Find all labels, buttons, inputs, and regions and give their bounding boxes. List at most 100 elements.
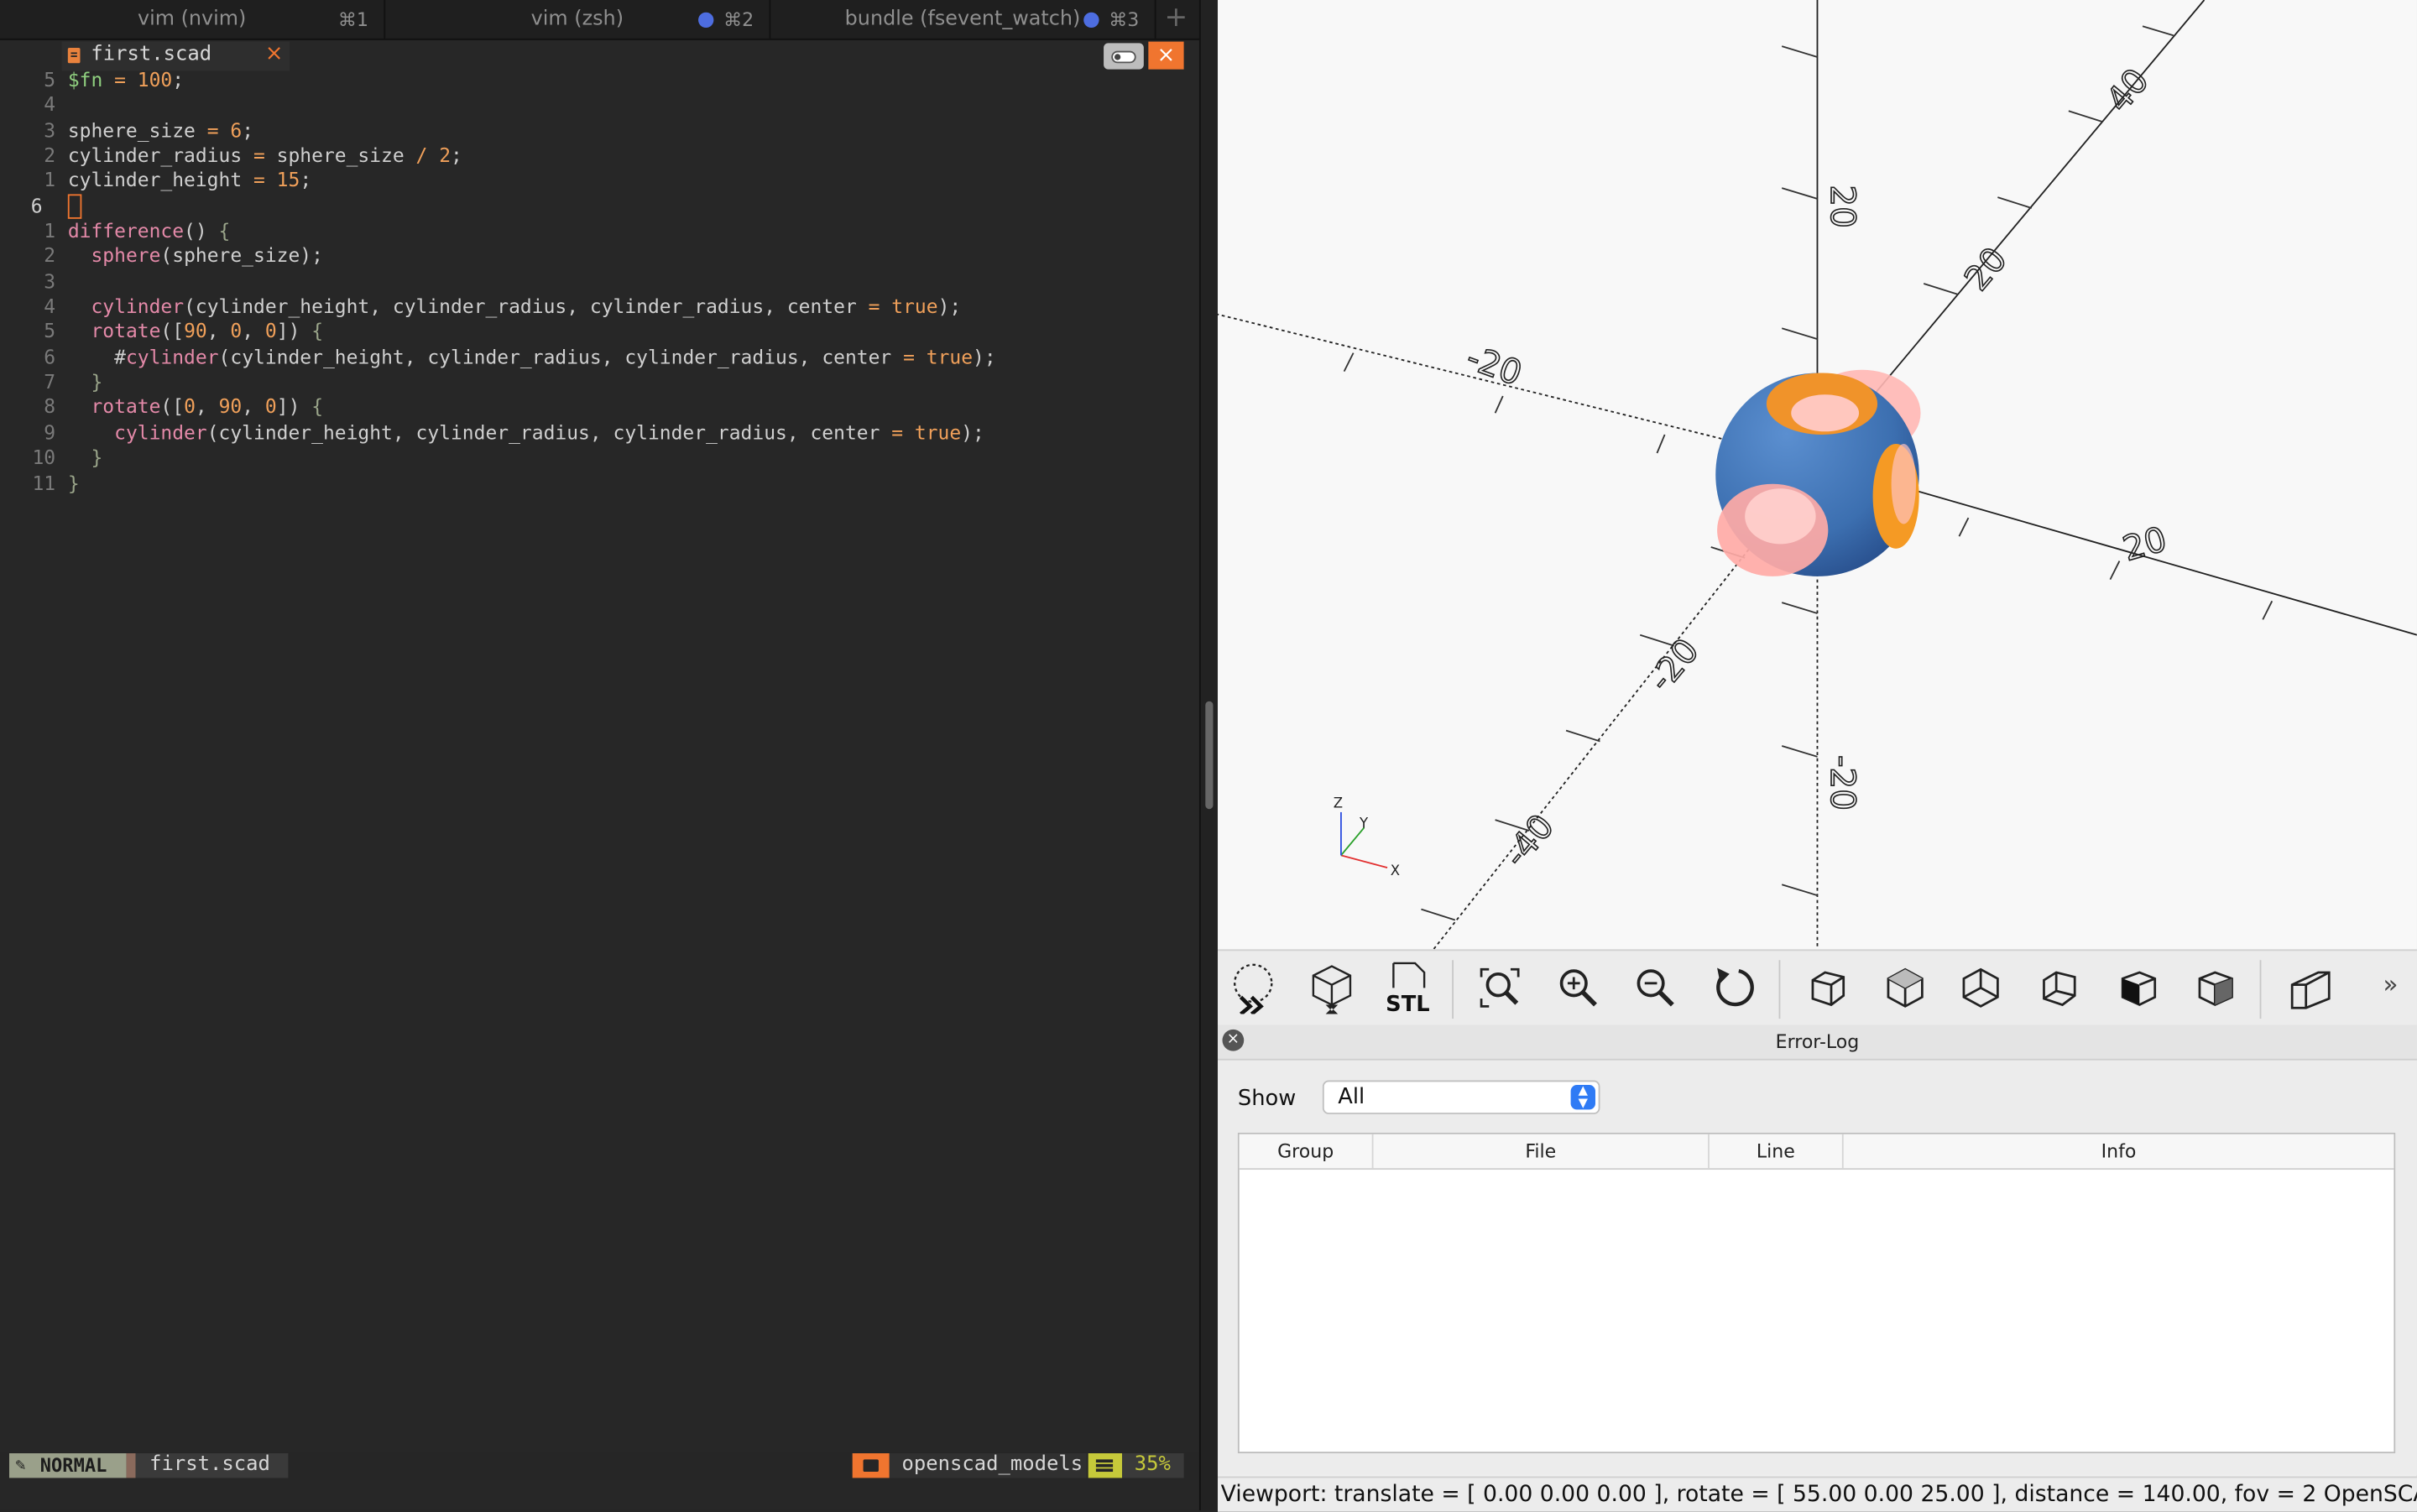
- cube-right-icon: [1811, 971, 1845, 1007]
- zoom-out-button[interactable]: [1625, 957, 1686, 1019]
- zoom-in-button[interactable]: [1548, 957, 1609, 1019]
- axis-label: 20: [1823, 185, 1863, 227]
- pane-divider[interactable]: [1198, 0, 1219, 1510]
- statusline-separator: [126, 1453, 136, 1478]
- line-number: 5: [44, 67, 56, 91]
- code-text: rotate([0, 90, 0]) {: [91, 395, 324, 419]
- 3d-scene: 20 40 20 -20 20 -20 -20 -40 X Y Z: [1217, 0, 2417, 950]
- preview-icon: [1234, 963, 1273, 1014]
- reset-view-button[interactable]: [1704, 957, 1765, 1019]
- close-button[interactable]: ×: [1148, 41, 1184, 70]
- code-line[interactable]: 2 sphere(sphere_size);: [0, 244, 1199, 269]
- buffer-tab[interactable]: first.scad ×: [61, 41, 290, 71]
- code-line[interactable]: 6 #cylinder(cylinder_height, cylinder_ra…: [0, 345, 1199, 370]
- column-header-group[interactable]: Group: [1240, 1134, 1374, 1169]
- view-toolbar: STL »: [1217, 949, 2417, 1025]
- toggle-icon[interactable]: [1104, 43, 1144, 70]
- code-line[interactable]: 10 }: [0, 446, 1199, 471]
- column-header-file[interactable]: File: [1373, 1134, 1710, 1169]
- view-all-button[interactable]: [1469, 957, 1530, 1019]
- preview-button[interactable]: [1224, 957, 1285, 1019]
- view-back-button[interactable]: [2185, 957, 2246, 1019]
- terminal-tab-shortcut: ⌘3: [1109, 9, 1140, 31]
- terminal-tab-shortcut: ⌘1: [337, 9, 368, 31]
- line-number: 3: [44, 269, 56, 293]
- code-text: cylinder(cylinder_height, cylinder_radiu…: [114, 420, 984, 444]
- line-number: 8: [44, 395, 56, 419]
- code-line[interactable]: 7 }: [0, 370, 1199, 395]
- activity-dot-icon: [1083, 12, 1099, 29]
- buffer-close-icon[interactable]: ×: [265, 42, 284, 66]
- terminal-tab-2[interactable]: vim (zsh) ⌘2: [385, 0, 771, 39]
- code-line[interactable]: 2 cylinder_radius = sphere_size / 2;: [0, 143, 1199, 169]
- code-line[interactable]: 3 sphere_size = 6;: [0, 118, 1199, 143]
- statusline-percent: 35%: [1122, 1453, 1184, 1478]
- statusline-file: first.scad: [135, 1453, 289, 1478]
- code-line[interactable]: 4 cylinder(cylinder_height, cylinder_rad…: [0, 295, 1199, 320]
- code-text: $fn = 100;: [67, 67, 185, 91]
- render-button[interactable]: [1301, 957, 1362, 1019]
- axis-label: -20: [1461, 336, 1527, 394]
- view-bottom-button[interactable]: [1950, 957, 2011, 1019]
- text-cursor: [67, 193, 82, 219]
- error-log-title: Error-Log: [1775, 1030, 1860, 1053]
- reset-view-icon: [1716, 967, 1754, 1007]
- column-header-line[interactable]: Line: [1710, 1134, 1844, 1169]
- axis-label: -40: [1496, 806, 1562, 874]
- error-log-table-header: Group File Line Info: [1239, 1134, 2394, 1170]
- line-number: 9: [44, 420, 56, 444]
- perspective-button[interactable]: [2279, 957, 2341, 1019]
- code-editor[interactable]: 5 $fn = 100; 4 3 sphere_size = 6; 2 cylinder_r…: [0, 68, 1199, 496]
- vim-statusline: NORMAL first.scad openscad_models 35%: [0, 1452, 1199, 1480]
- code-line[interactable]: 3: [0, 269, 1199, 295]
- openscad-status-bar: Viewport: translate = [ 0.00 0.00 0.00 ]…: [1217, 1476, 2417, 1512]
- error-log-panel: × Error-Log Show All ▲ ▼ Group File Line …: [1217, 1025, 2417, 1475]
- code-line[interactable]: 1 difference() {: [0, 219, 1199, 244]
- new-tab-button[interactable]: +: [1156, 0, 1197, 39]
- view-left-button[interactable]: [2030, 957, 2091, 1019]
- show-filter-select[interactable]: All ▲ ▼: [1322, 1080, 1600, 1114]
- line-number: 6: [44, 345, 56, 368]
- code-text: difference() {: [67, 218, 231, 242]
- column-header-info[interactable]: Info: [1844, 1134, 2394, 1168]
- code-line[interactable]: 5 rotate([90, 0, 0]) {: [0, 320, 1199, 345]
- terminal-tab-1[interactable]: vim (nvim) ⌘1: [0, 0, 386, 39]
- code-line[interactable]: 1 cylinder_height = 15;: [0, 169, 1199, 194]
- view-top-button[interactable]: [1874, 957, 1935, 1019]
- model-sphere[interactable]: [1715, 369, 1921, 576]
- toolbar-overflow-button[interactable]: »: [2383, 969, 2399, 998]
- code-text: }: [91, 370, 103, 394]
- axis-label: -20: [1641, 631, 1707, 699]
- scrollbar-thumb[interactable]: [1205, 701, 1214, 810]
- terminal-tab-3[interactable]: bundle (fsevent_watch) ⌘3: [770, 0, 1156, 39]
- zoom-fit-icon: [1480, 967, 1520, 1008]
- export-stl-button[interactable]: STL: [1378, 957, 1439, 1019]
- cube-back-icon: [2198, 971, 2233, 1007]
- error-log-table[interactable]: Group File Line Info: [1237, 1132, 2396, 1454]
- viewport-status-text: Viewport: translate = [ 0.00 0.00 0.00 ]…: [1220, 1482, 2417, 1508]
- code-line[interactable]: 6: [0, 193, 1199, 219]
- zoom-in-icon: [1559, 969, 1597, 1007]
- code-text: #cylinder(cylinder_height, cylinder_radi…: [67, 345, 996, 368]
- 3d-viewport[interactable]: 20 40 20 -20 20 -20 -20 -40 X Y Z: [1217, 0, 2417, 950]
- code-line[interactable]: 11}: [0, 471, 1199, 496]
- view-front-button[interactable]: [2107, 957, 2169, 1019]
- zoom-out-icon: [1637, 969, 1674, 1007]
- line-number: 2: [44, 243, 56, 268]
- show-filter-value: All: [1338, 1085, 1365, 1110]
- line-number: 4: [44, 92, 56, 117]
- file-icon: [67, 47, 81, 64]
- line-number: 10: [32, 446, 56, 469]
- code-line[interactable]: 8 rotate([0, 90, 0]) {: [0, 395, 1199, 420]
- view-right-button[interactable]: [1796, 957, 1857, 1019]
- code-line[interactable]: 4: [0, 93, 1199, 118]
- code-line[interactable]: 5 $fn = 100;: [0, 68, 1199, 93]
- line-number: 1: [44, 218, 56, 242]
- code-text: rotate([90, 0, 0]) {: [91, 320, 324, 343]
- terminal-tabbar: vim (nvim) ⌘1 vim (zsh) ⌘2 bundle (fseve…: [0, 0, 1199, 40]
- cube-bottom-icon: [1962, 967, 1999, 1008]
- buffer-name: first.scad: [91, 43, 212, 66]
- axis-label: 20: [1956, 239, 2015, 298]
- code-line[interactable]: 9 cylinder(cylinder_height, cylinder_rad…: [0, 420, 1199, 446]
- terminal-tab-shortcut: ⌘2: [723, 9, 754, 31]
